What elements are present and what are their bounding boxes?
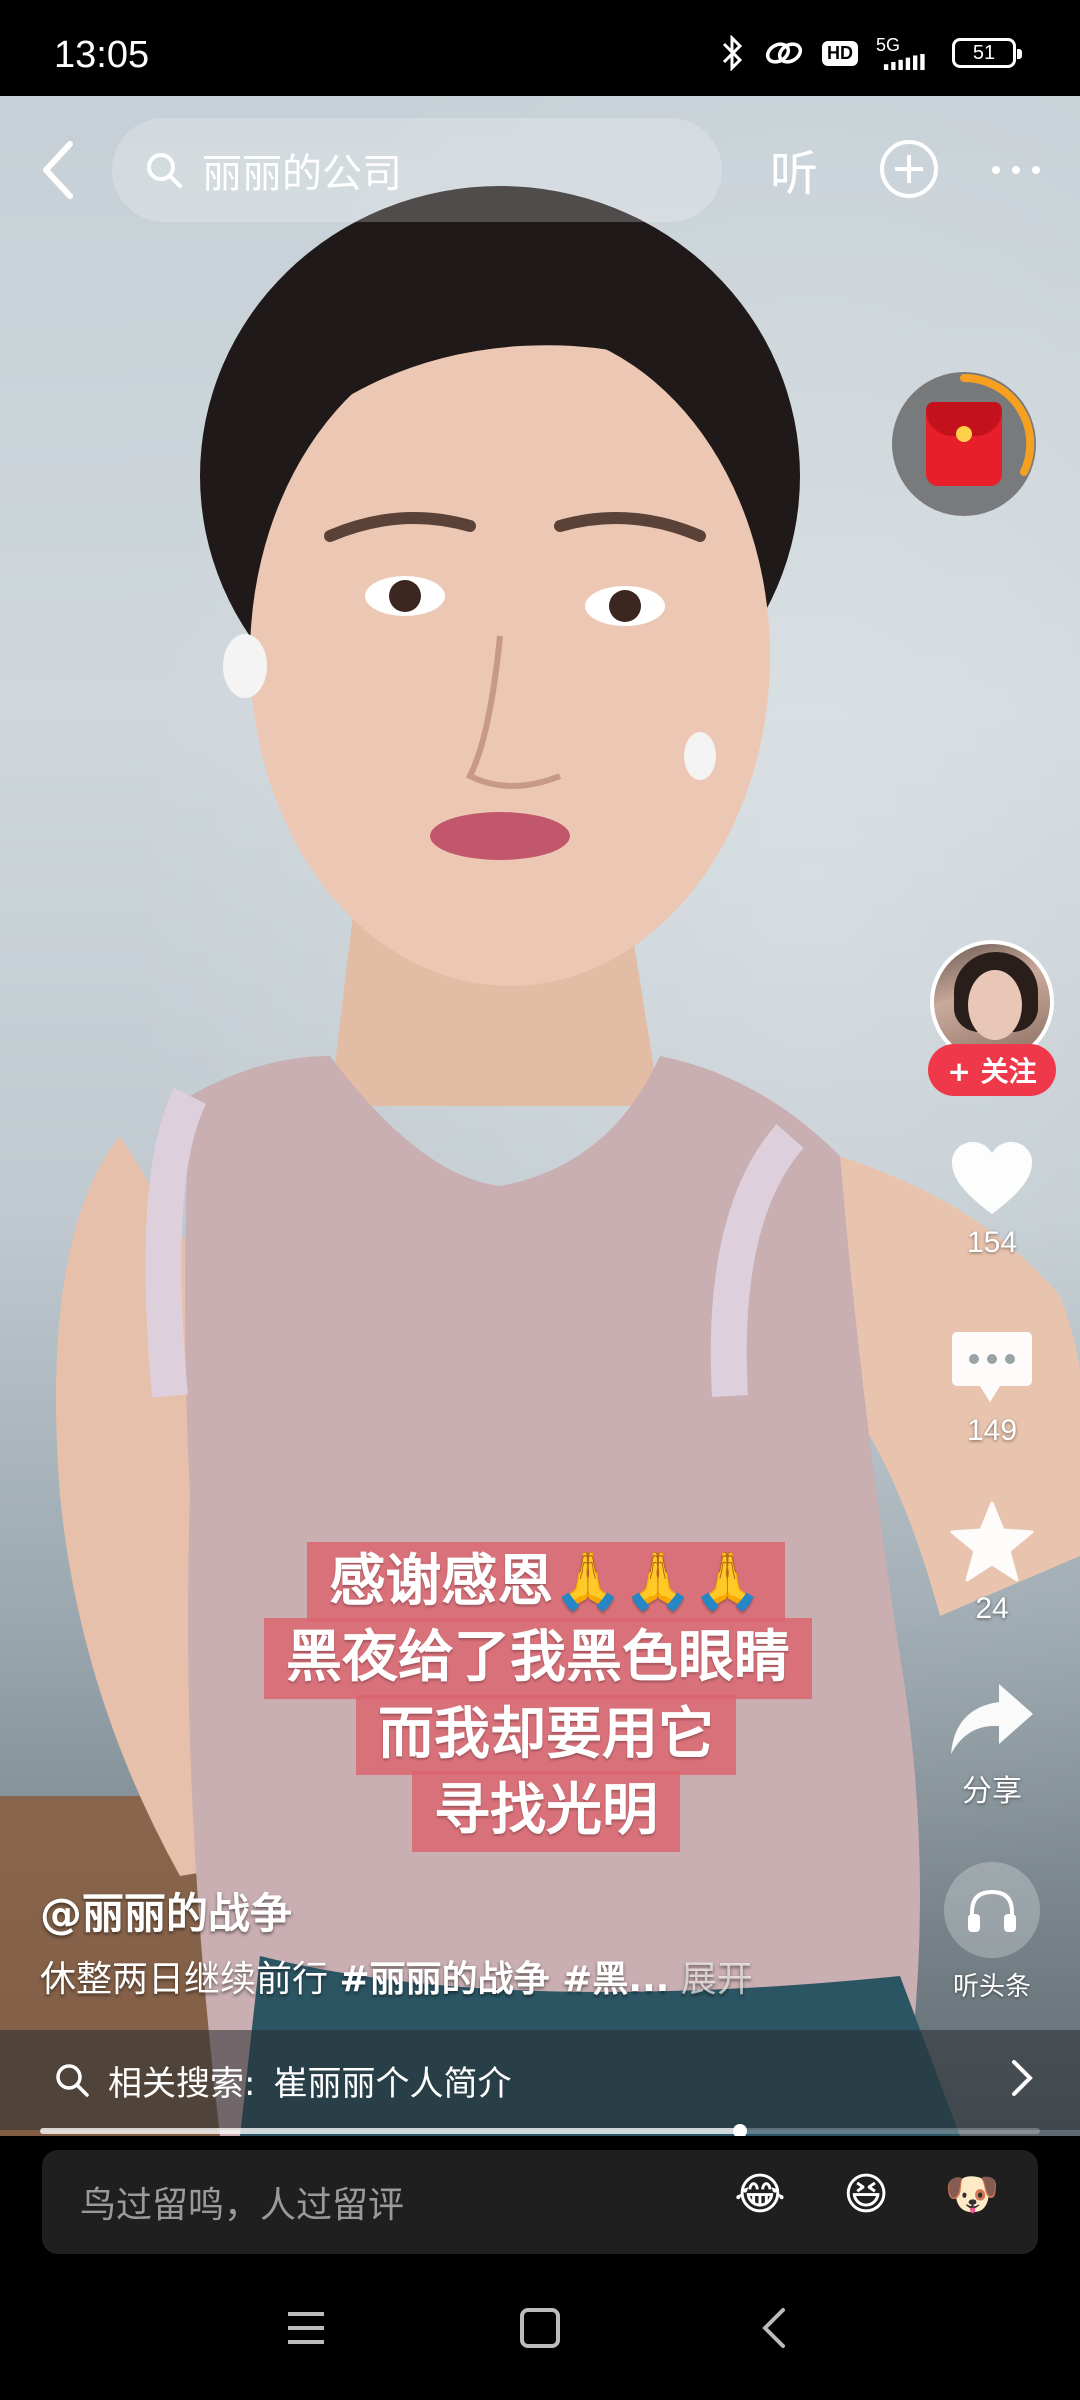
laugh-cry-emoji-icon[interactable]: 😂 [730, 2164, 790, 2224]
comment-button[interactable]: 149 [930, 1330, 1054, 1448]
author-name[interactable]: @丽丽的战争 [40, 1880, 292, 1941]
like-button[interactable]: 154 [930, 1140, 1054, 1260]
hd-icon: HD [822, 36, 858, 70]
headphones-icon [944, 1862, 1040, 1958]
comment-placeholder: 鸟过留鸣，人过留评 [80, 2185, 405, 2226]
search-text: 丽丽的公司 [202, 151, 402, 197]
link-icon [764, 36, 804, 70]
comment-icon [952, 1332, 1032, 1402]
listen-button[interactable]: 听 [770, 134, 818, 204]
battery-icon: 51 [952, 36, 1022, 70]
grin-emoji-icon[interactable]: 😆 [836, 2164, 896, 2224]
plus-circle-icon[interactable] [880, 140, 938, 198]
listen-headline-button[interactable]: 听头条 [930, 1862, 1054, 2003]
home-square-icon[interactable] [510, 2298, 570, 2358]
system-nav-bar [0, 2256, 1080, 2400]
comment-count: 149 [966, 1414, 1018, 1447]
network-label: 5G [876, 35, 901, 55]
status-icons: HD 5G 51 [720, 35, 1022, 71]
status-time: 13:05 [54, 34, 150, 76]
menu-icon[interactable] [276, 2298, 336, 2358]
video-progress-bar[interactable] [40, 2124, 1040, 2138]
search-icon [147, 153, 182, 188]
description-text: 休整两日继续前行 [40, 1959, 340, 2000]
bluetooth-icon [720, 35, 746, 71]
comment-area: 鸟过留鸣，人过留评 😂 😆 🐶 [0, 2136, 1080, 2256]
favorite-button[interactable]: 24 [930, 1500, 1054, 1626]
share-button[interactable]: 分享 [930, 1680, 1054, 1810]
listen-headline-label: 听头条 [952, 1971, 1031, 2001]
avatar-face [968, 970, 1022, 1040]
share-arrow-icon [951, 1684, 1033, 1754]
more-icon[interactable] [990, 124, 1042, 196]
search-bar[interactable]: 丽丽的公司 [112, 118, 722, 222]
caption-line: 而我却要用它 [356, 1694, 736, 1776]
related-search-query: 崔丽丽个人简介 [273, 2063, 512, 2104]
chevron-right-icon [1012, 2060, 1033, 2096]
dog-emoji-icon[interactable]: 🐶 [942, 2164, 1002, 2224]
red-packet-button[interactable] [892, 372, 1036, 516]
caption-line: 黑夜给了我黑色眼睛 [264, 1618, 812, 1699]
search-icon [56, 2064, 89, 2097]
hashtag[interactable]: #丽丽的战争 [339, 1959, 549, 2000]
back-icon [43, 141, 73, 199]
red-packet-icon [926, 402, 1002, 486]
caption-line: 感谢感恩🙏🙏🙏 [307, 1542, 785, 1623]
expand-link[interactable]: 展开 [669, 1959, 753, 2000]
hashtag[interactable]: #黑... [550, 1959, 669, 2000]
battery-level: 51 [952, 38, 1022, 68]
back-button[interactable] [28, 130, 88, 210]
star-icon [950, 1501, 1034, 1582]
status-bar: 13:05 HD 5G 51 [0, 0, 1080, 96]
related-search-prefix: 相关搜索: [108, 2063, 256, 2104]
follow-button[interactable]: + 关注 [928, 1044, 1056, 1096]
signal-icon: 5G [876, 36, 934, 70]
related-search-bar[interactable]: 相关搜索: 崔丽丽个人简介 [0, 2030, 1080, 2130]
progress-fill [40, 2128, 740, 2134]
heart-icon [952, 1142, 1032, 1214]
share-label: 分享 [962, 1775, 1022, 1808]
favorite-count: 24 [975, 1592, 1009, 1625]
like-count: 154 [966, 1226, 1018, 1259]
video-caption: 感谢感恩🙏🙏🙏 黑夜给了我黑色眼睛 而我却要用它 寻找光明 [264, 1542, 812, 1852]
caption-line: 寻找光明 [412, 1771, 680, 1852]
video-description: 休整两日继续前行 #丽丽的战争 #黑... 展开 [40, 1950, 753, 2002]
nav-back-icon[interactable] [744, 2298, 804, 2358]
hd-label: HD [822, 40, 858, 66]
